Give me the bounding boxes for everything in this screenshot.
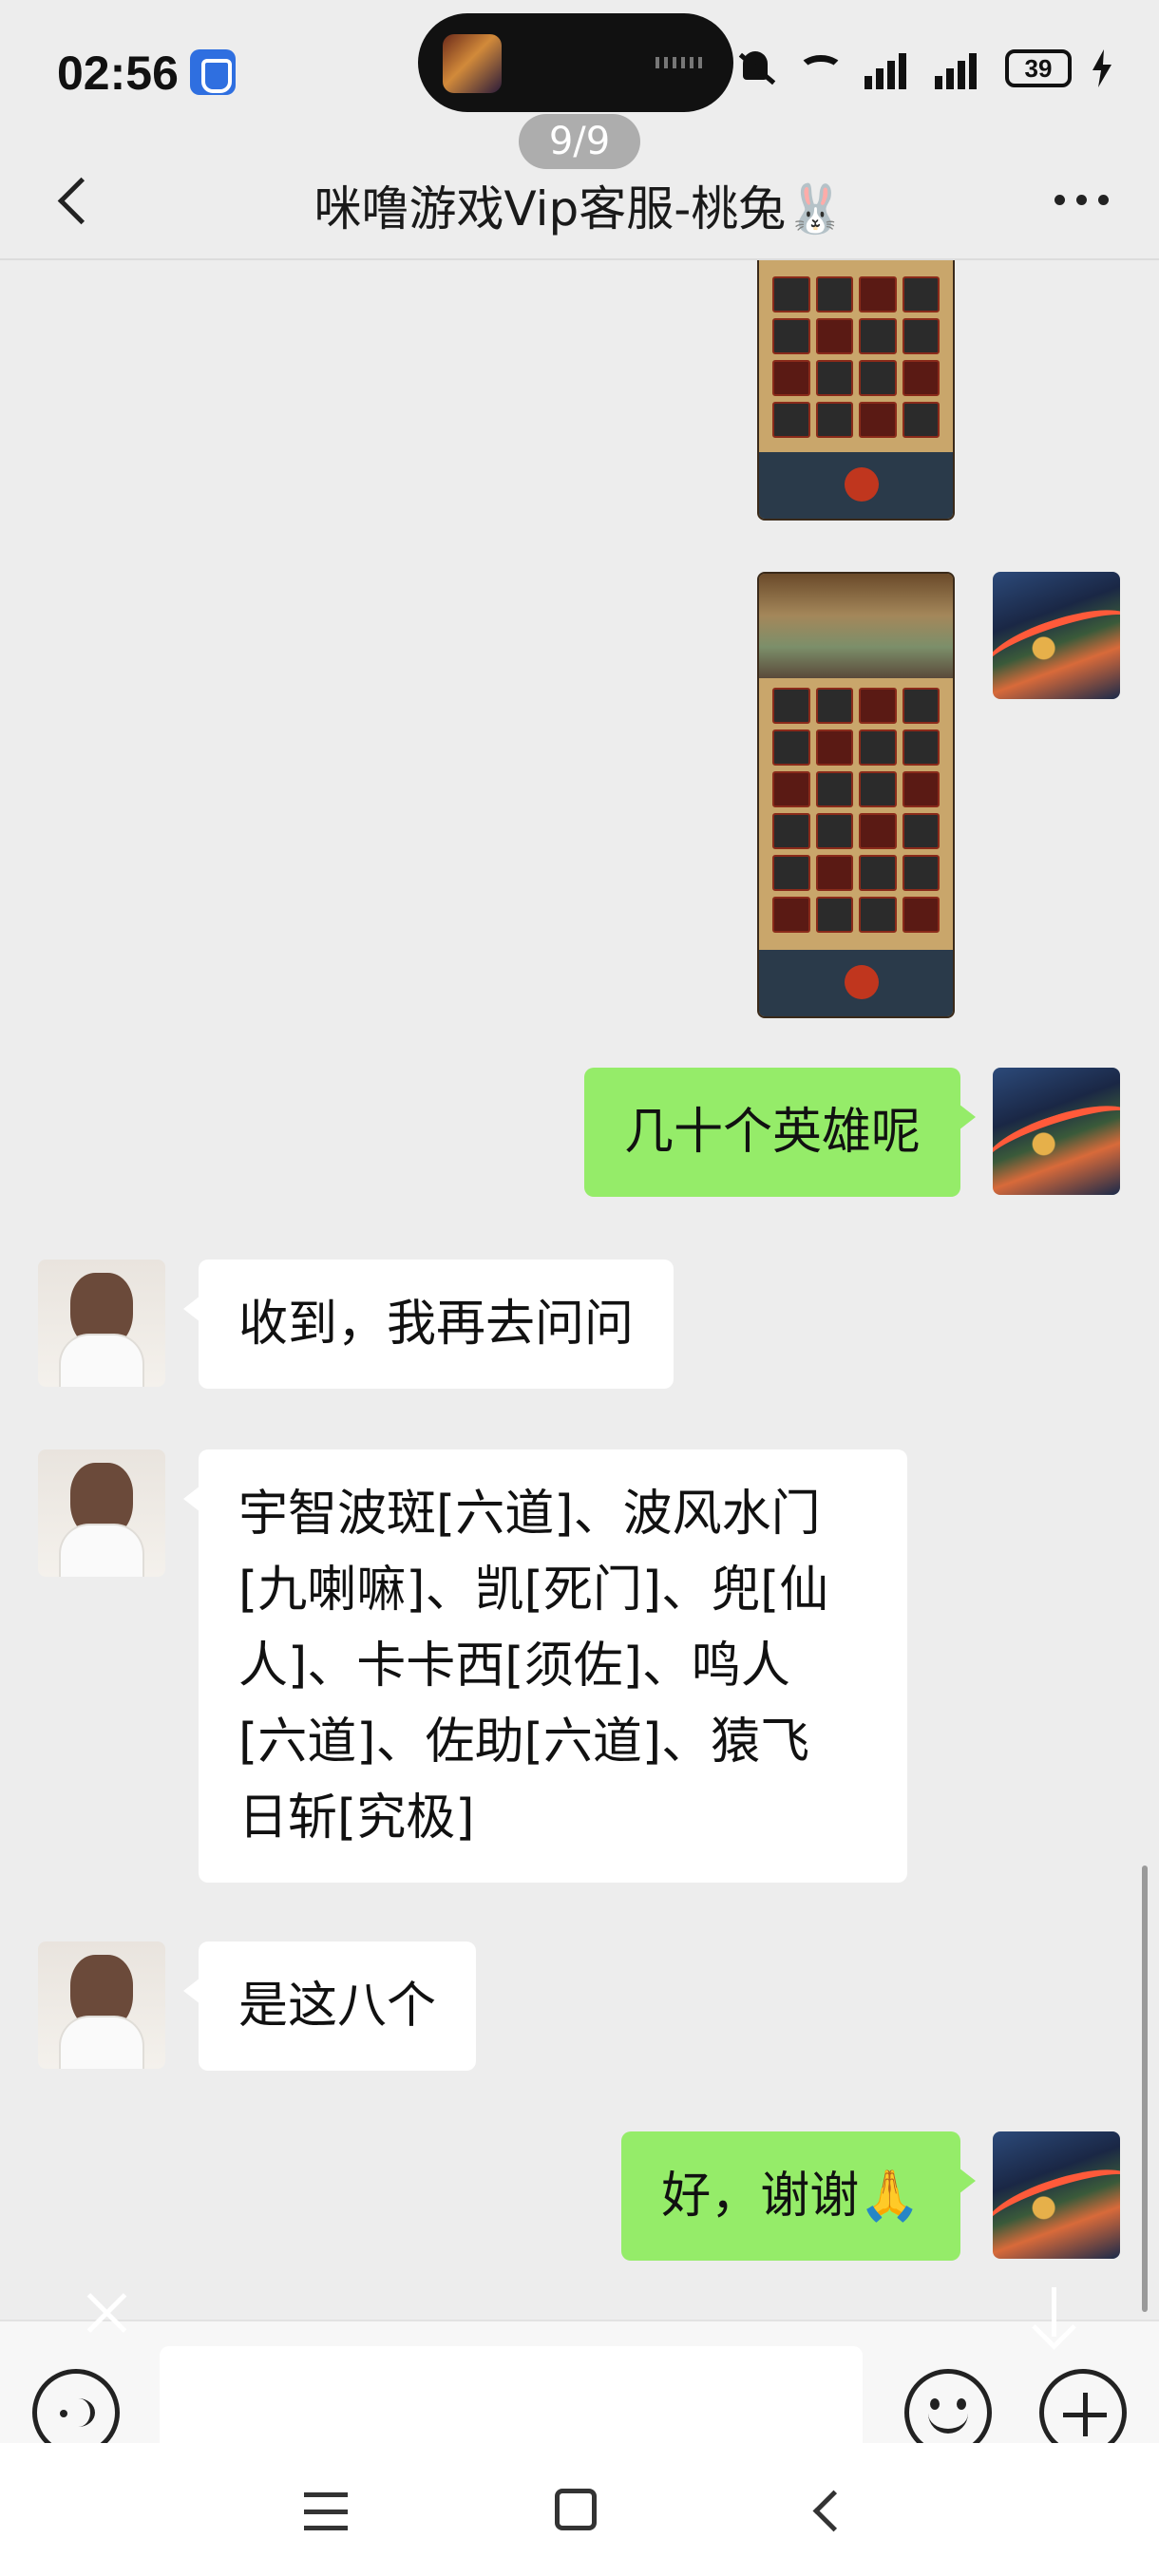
contact-avatar[interactable] bbox=[38, 1941, 165, 2069]
signal-5g-icon bbox=[864, 47, 914, 89]
chat-message-list[interactable]: 几十个英雄呢 收到，我再去问问 宇智波斑[六道]、波风水门 [九喇嘛]、凯[死门… bbox=[0, 260, 1159, 2320]
more-options-button[interactable] bbox=[1041, 171, 1121, 228]
image-message[interactable] bbox=[757, 260, 955, 521]
signal-5a-icon bbox=[935, 47, 984, 89]
audio-bars-icon bbox=[656, 57, 705, 68]
contact-avatar[interactable] bbox=[38, 1260, 165, 1387]
image-message[interactable] bbox=[757, 572, 955, 1018]
message-line: 日斩[究极] bbox=[238, 1790, 475, 1847]
status-icons: 39 bbox=[735, 47, 1112, 89]
status-time: 02:56 bbox=[57, 47, 179, 100]
game-thumbnail-icon bbox=[443, 34, 502, 93]
message-line: 宇智波斑[六道]、波风水门 bbox=[238, 1486, 821, 1543]
mute-bell-icon bbox=[735, 47, 777, 89]
dynamic-island[interactable] bbox=[418, 13, 733, 112]
security-app-icon bbox=[190, 49, 236, 95]
sent-message-bubble[interactable]: 好，谢谢🙏 bbox=[621, 2131, 976, 2261]
page-indicator: 9/9 bbox=[519, 114, 640, 169]
charging-bolt-icon bbox=[1092, 49, 1112, 87]
received-message-bubble[interactable]: 收到，我再去问问 bbox=[182, 1260, 674, 1389]
received-message-bubble[interactable]: 宇智波斑[六道]、波风水门 [九喇嘛]、凯[死门]、兜[仙 人]、卡卡西[须佐]… bbox=[183, 1449, 907, 1883]
my-avatar[interactable] bbox=[993, 2131, 1120, 2259]
system-back-icon[interactable] bbox=[809, 2492, 844, 2527]
sent-message-bubble[interactable]: 几十个英雄呢 bbox=[583, 1068, 977, 1197]
back-button[interactable] bbox=[38, 161, 104, 237]
my-avatar[interactable] bbox=[993, 1068, 1120, 1195]
contact-avatar[interactable] bbox=[38, 1449, 165, 1577]
chat-title: 咪噜游戏Vip客服-桃兔🐰 bbox=[314, 181, 846, 237]
chat-input-bar bbox=[0, 2287, 1159, 2460]
chat-scrollbar[interactable] bbox=[1142, 1866, 1148, 2312]
system-navigation-bar bbox=[0, 2443, 1159, 2576]
message-line: 人]、卡卡西[须佐]、鸣人 bbox=[238, 1638, 790, 1695]
wifi-icon bbox=[798, 55, 844, 85]
received-message-bubble[interactable]: 是这八个 bbox=[182, 1941, 477, 2071]
battery-indicator: 39 bbox=[1005, 49, 1072, 87]
home-icon[interactable] bbox=[555, 2489, 597, 2530]
download-icon[interactable] bbox=[1028, 2287, 1079, 2344]
message-line: [九喇嘛]、凯[死门]、兜[仙 bbox=[238, 1562, 829, 1619]
message-line: [六道]、佐助[六道]、猿飞 bbox=[238, 1714, 810, 1771]
recent-apps-icon[interactable] bbox=[304, 2492, 348, 2530]
close-icon[interactable] bbox=[82, 2287, 133, 2339]
my-avatar[interactable] bbox=[993, 572, 1120, 699]
